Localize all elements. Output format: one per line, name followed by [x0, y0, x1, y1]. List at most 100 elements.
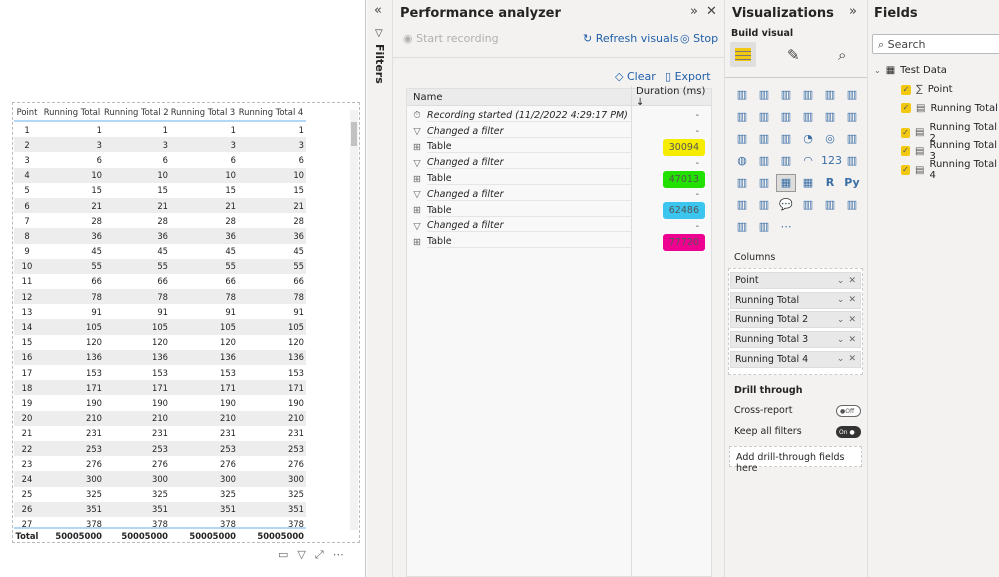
filter-icon[interactable]: ▽ [297, 548, 305, 562]
waterfall-icon[interactable]: ▥ [733, 131, 751, 147]
decomposition-tree-icon[interactable]: ▥ [755, 197, 773, 213]
chevron-down-icon[interactable]: ⌄ [874, 66, 881, 75]
table-row[interactable]: 5 15 15 15 15 [14, 183, 306, 198]
table-row[interactable]: 24 300 300 300 300 [14, 471, 306, 487]
refresh-visuals-button[interactable]: ↻ Refresh visuals [583, 32, 679, 45]
pie-icon[interactable]: ◔ [799, 131, 817, 147]
filters-label[interactable]: Filters [373, 44, 386, 84]
arcgis-icon[interactable]: ▥ [843, 197, 861, 213]
ribbon-icon[interactable]: ▥ [843, 109, 861, 125]
column-field-pill[interactable]: Running Total 4 ⌄ ✕ [730, 350, 861, 368]
keep-all-filters-toggle[interactable]: On ● [836, 426, 861, 438]
multi-row-card-icon[interactable]: ▥ [843, 153, 861, 169]
expand-icon[interactable]: ⊞ [407, 174, 427, 185]
stop-button[interactable]: ◎ Stop [680, 32, 718, 45]
stacked-bar-icon[interactable]: ▥ [733, 87, 751, 103]
checkbox[interactable]: ✓ [901, 103, 911, 114]
remove-icon[interactable]: ✕ [848, 295, 860, 305]
qna-icon[interactable]: 💬 [777, 197, 795, 213]
log-row[interactable]: ⊞ Table 62486 [407, 202, 711, 220]
table-row[interactable]: 20 210 210 210 210 [14, 410, 306, 426]
remove-icon[interactable]: ✕ [848, 354, 860, 364]
table-row[interactable]: 8 36 36 36 36 [14, 228, 306, 244]
kpi-icon[interactable]: ▥ [733, 175, 751, 191]
slicer-icon[interactable]: ▥ [755, 175, 773, 191]
cross-report-toggle[interactable]: ● Off [836, 405, 861, 417]
start-recording-button[interactable]: ◉ Start recording [403, 32, 499, 45]
col-header[interactable]: Point [14, 107, 42, 117]
power-automate-icon[interactable]: ▥ [755, 219, 773, 235]
checkbox[interactable]: ✓ [901, 127, 911, 138]
expand-chevron-icon[interactable]: « [374, 3, 382, 18]
python-visual-icon[interactable]: Py [843, 175, 861, 191]
table-row[interactable]: 7 28 28 28 28 [14, 213, 306, 228]
log-row[interactable]: ⊞ Table 77720 [407, 233, 711, 251]
clustered-bar-icon[interactable]: ▥ [777, 87, 795, 103]
table-row[interactable]: 16 136 136 136 136 [14, 349, 306, 365]
table-row[interactable]: 1 1 1 1 1 [14, 122, 306, 137]
table-scrollbar[interactable] [350, 110, 358, 530]
remove-icon[interactable]: ✕ [848, 315, 860, 325]
remove-icon[interactable]: ✕ [848, 276, 860, 286]
shape-map-icon[interactable]: ▥ [777, 153, 795, 169]
more-options-icon[interactable]: ⋯ [333, 548, 344, 562]
focus-mode-icon[interactable]: ⤢ [315, 548, 324, 562]
remove-icon[interactable]: ✕ [848, 335, 860, 345]
filled-map-icon[interactable]: ▥ [755, 153, 773, 169]
checkbox[interactable]: ✓ [901, 146, 911, 157]
table-row[interactable]: 3 6 6 6 6 [14, 152, 306, 167]
filters-pane-collapsed[interactable]: « ▽ Filters [367, 0, 393, 577]
table-row[interactable]: 4 10 10 10 10 [14, 167, 306, 183]
line-clustered-icon[interactable]: ▥ [821, 109, 839, 125]
map-icon[interactable]: ◍ [733, 153, 751, 169]
checkbox[interactable]: ✓ [901, 84, 911, 95]
log-row[interactable]: ▽ Changed a filter - [407, 124, 711, 140]
duration-column-header[interactable]: Duration (ms) ↓ [631, 86, 711, 108]
name-column-header[interactable]: Name [407, 92, 631, 103]
table-row[interactable]: 13 91 91 91 91 [14, 304, 306, 319]
checkbox[interactable]: ✓ [901, 165, 911, 176]
treemap-icon[interactable]: ▥ [843, 131, 861, 147]
expand-icon[interactable]: ⊞ [407, 142, 427, 153]
table-test-data[interactable]: ⌄ ▦ Test Data [874, 65, 947, 76]
table-row[interactable]: 27 378 378 378 378 [14, 517, 306, 527]
area-icon[interactable]: ▥ [755, 109, 773, 125]
table-row[interactable]: 9 45 45 45 45 [14, 244, 306, 259]
chevron-down-icon[interactable]: ⌄ [837, 315, 849, 325]
column-field-pill[interactable]: Running Total ⌄ ✕ [730, 291, 861, 309]
close-icon[interactable]: ✕ [706, 4, 717, 19]
column-field-pill[interactable]: Point ⌄ ✕ [730, 272, 861, 289]
field-item[interactable]: ✓ ∑ Point [901, 84, 953, 95]
table-row[interactable]: 14 105 105 105 105 [14, 319, 306, 335]
collapse-icon[interactable]: » [690, 4, 698, 19]
card-icon[interactable]: 123 [821, 153, 842, 169]
matrix-icon[interactable]: ▦ [799, 175, 817, 191]
table-row[interactable]: 15 120 120 120 120 [14, 335, 306, 350]
more-icon[interactable]: ⋯ [777, 219, 795, 235]
table-row[interactable]: 25 325 325 325 325 [14, 487, 306, 502]
table-row[interactable]: 22 253 253 253 253 [14, 440, 306, 457]
scrollbar-thumb[interactable] [351, 122, 357, 146]
stacked-column-icon[interactable]: ▥ [755, 87, 773, 103]
chevron-down-icon[interactable]: ⌄ [837, 335, 849, 345]
collapse-icon[interactable]: » [849, 4, 857, 19]
key-influencers-icon[interactable]: ▥ [733, 197, 751, 213]
paginated-icon[interactable]: ▥ [799, 197, 817, 213]
log-row[interactable]: ▽ Changed a filter - [407, 187, 711, 203]
expand-icon[interactable]: ⊞ [407, 205, 427, 216]
power-apps-icon[interactable]: ▥ [733, 219, 751, 235]
field-item[interactable]: ✓ ▤ Running Total [901, 103, 998, 114]
table-row[interactable]: 6 21 21 21 21 [14, 197, 306, 214]
donut-icon[interactable]: ◎ [821, 131, 839, 147]
r-visual-icon[interactable]: R [821, 175, 839, 191]
table-row[interactable]: 17 153 153 153 153 [14, 365, 306, 380]
chevron-down-icon[interactable]: ⌄ [837, 354, 849, 364]
comment-icon[interactable]: ▭ [278, 548, 288, 562]
expand-icon[interactable]: ⊞ [407, 237, 427, 248]
format-visual-icon[interactable]: ✎ [787, 46, 800, 64]
table-row[interactable]: 2 3 3 3 3 [14, 137, 306, 153]
scatter-icon[interactable]: ▥ [777, 131, 795, 147]
col-header[interactable]: Running Total 4 [238, 107, 306, 117]
funnel-icon[interactable]: ▥ [755, 131, 773, 147]
smart-narrative-icon[interactable]: ▥ [821, 197, 839, 213]
